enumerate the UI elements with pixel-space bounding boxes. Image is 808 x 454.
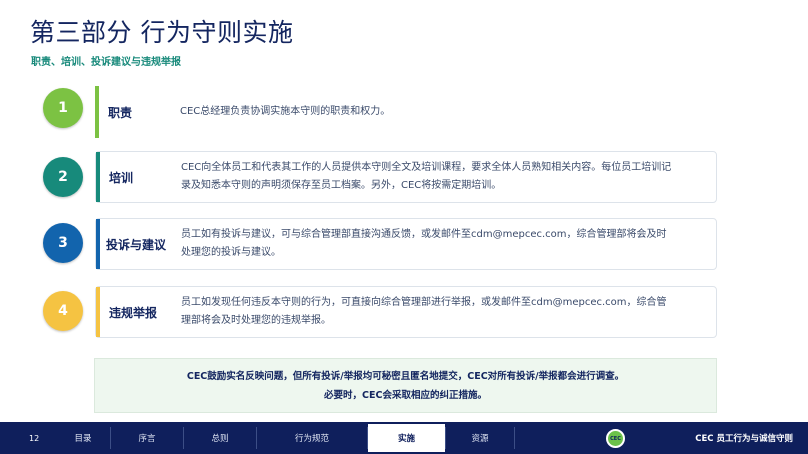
step-description: 员工如有投诉与建议，可与综合管理部直接沟通反馈，或发邮件至cdm@mepcec.… — [181, 229, 667, 258]
step-accent-bar — [96, 152, 100, 202]
step-description: CEC总经理负责协调实施本守则的职责和权力。 — [180, 106, 391, 117]
step-card: 职责 CEC总经理负责协调实施本守则的职责和权力。 — [95, 86, 717, 138]
step-row-1: 1 职责 CEC总经理负责协调实施本守则的职责和权力。 — [43, 86, 717, 138]
nav-item-general[interactable]: 总则 — [184, 422, 256, 454]
step-accent-bar — [96, 219, 100, 269]
page-number: 12 — [29, 433, 40, 443]
step-label: 违规举报 — [109, 305, 158, 320]
nav-item-code-of-conduct[interactable]: 行为规范 — [257, 422, 367, 454]
step-row-2: 2 培训 CEC向全体员工和代表其工作的人员提供本守则全文及培训课程，要求全体人… — [43, 151, 717, 203]
step-card: 投诉与建议 员工如有投诉与建议，可与综合管理部直接沟通反馈，或发邮件至cdm@m… — [95, 218, 717, 270]
note-line-2: 必要时，CEC会采取相应的纠正措施。 — [324, 389, 487, 401]
step-number-badge: 2 — [43, 157, 83, 197]
step-accent-bar — [96, 287, 100, 337]
step-description: 员工如发现任何违反本守则的行为，可直接向综合管理部进行举报，或发邮件至cdm@m… — [181, 297, 667, 326]
step-label: 职责 — [108, 105, 133, 120]
nav-divider — [514, 427, 515, 449]
page-subtitle: 职责、培训、投诉建议与违规举报 — [31, 57, 181, 68]
step-description: CEC向全体员工和代表其工作的人员提供本守则全文及培训课程，要求全体人员熟知相关… — [181, 162, 672, 191]
note-line-1: CEC鼓励实名反映问题，但所有投诉/举报均可秘密且匿名地提交，CEC对所有投诉/… — [186, 370, 625, 382]
nav-item-resources[interactable]: 资源 — [446, 422, 514, 454]
page-title: 第三部分 行为守则实施 — [30, 18, 294, 47]
step-label: 培训 — [109, 170, 134, 185]
step-number-badge: 4 — [43, 291, 83, 331]
step-card: 违规举报 员工如发现任何违反本守则的行为，可直接向综合管理部进行举报，或发邮件至… — [95, 286, 717, 338]
step-accent-bar — [95, 86, 99, 138]
nav-item-preface[interactable]: 序言 — [111, 422, 183, 454]
nav-item-contents[interactable]: 目录 — [56, 422, 110, 454]
nav-item-implementation[interactable]: 实施 — [368, 424, 445, 452]
step-row-4: 4 违规举报 员工如发现任何违反本守则的行为，可直接向综合管理部进行举报，或发邮… — [43, 286, 717, 338]
cec-logo-icon: CEC — [606, 429, 625, 448]
step-card: 培训 CEC向全体员工和代表其工作的人员提供本守则全文及培训课程，要求全体人员熟… — [95, 151, 717, 203]
step-number-badge: 1 — [43, 88, 83, 128]
footer-brand: CEC 员工行为与诚信守则 — [695, 434, 793, 444]
step-row-3: 3 投诉与建议 员工如有投诉与建议，可与综合管理部直接沟通反馈，或发邮件至cdm… — [43, 218, 717, 270]
step-number-badge: 3 — [43, 223, 83, 263]
step-label: 投诉与建议 — [106, 237, 167, 252]
anonymous-reporting-note: CEC鼓励实名反映问题，但所有投诉/举报均可秘密且匿名地提交，CEC对所有投诉/… — [94, 358, 717, 413]
footer-nav-bar: 12 目录 序言 总则 行为规范 实施 资源 CEC CEC 员工行为与诚信守则 — [0, 422, 808, 454]
